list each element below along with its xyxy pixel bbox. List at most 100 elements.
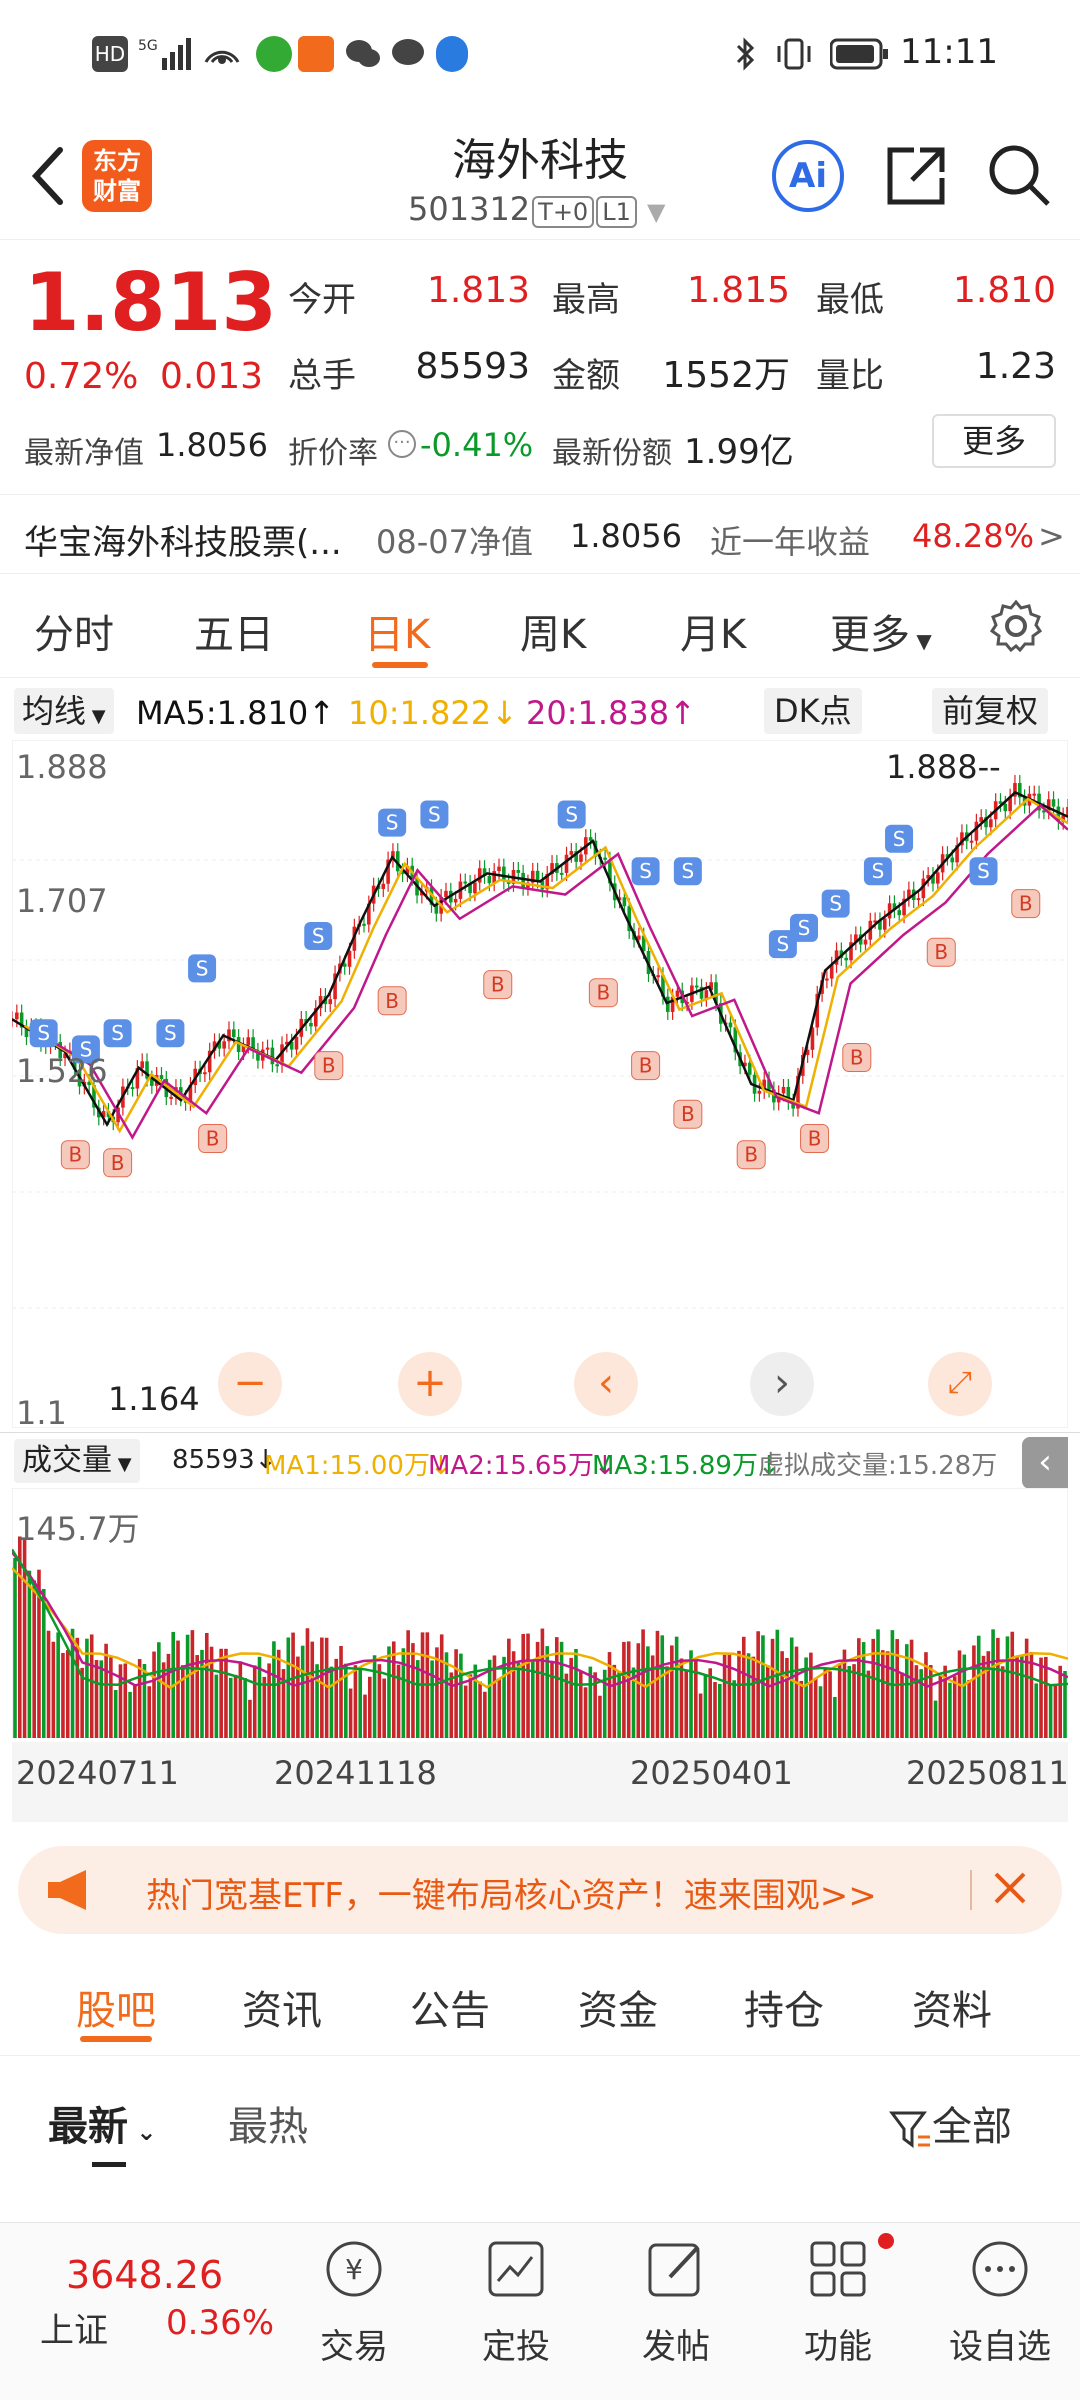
buy-marker-label: B bbox=[491, 973, 505, 997]
zoom-out-button[interactable]: − bbox=[218, 1352, 282, 1416]
promo-banner[interactable]: 热门宽基ETF，一键布局核心资产！速来围观>> bbox=[18, 1846, 1062, 1934]
volume-label: 总手 bbox=[288, 356, 356, 396]
volume-bar bbox=[741, 1636, 746, 1738]
scroll-left-button[interactable]: ‹ bbox=[574, 1352, 638, 1416]
tab-monthly-k[interactable]: 月K bbox=[680, 602, 746, 660]
volume-bar bbox=[550, 1660, 554, 1738]
buy-marker: B bbox=[736, 1140, 766, 1170]
kline-chart[interactable]: B BBBBB BBBBBBBBSSS SSSS S SS SSSSSSS bbox=[12, 740, 1068, 1428]
bluetooth-icon bbox=[734, 36, 758, 72]
sort-hot[interactable]: 最热 bbox=[228, 2094, 308, 2152]
tab-announcements[interactable]: 公告 bbox=[410, 1978, 490, 2036]
tab-funds[interactable]: 资金 bbox=[578, 1978, 658, 2036]
volume-bar bbox=[986, 1651, 991, 1738]
volume-bar bbox=[320, 1637, 324, 1738]
tab-weekly-k[interactable]: 周K bbox=[520, 602, 586, 660]
buy-marker-label: B bbox=[934, 940, 948, 964]
collapse-icon[interactable]: ‹ bbox=[1022, 1437, 1068, 1489]
volume-bar bbox=[833, 1697, 837, 1738]
volume-selector-caret-icon: ▼ bbox=[112, 1454, 132, 1475]
dk-point-button[interactable]: DK点 bbox=[764, 688, 862, 734]
volume-bar bbox=[224, 1648, 228, 1738]
post-icon[interactable] bbox=[644, 2237, 708, 2301]
trade-icon[interactable]: ¥ bbox=[322, 2237, 386, 2301]
ratio-label: 量比 bbox=[816, 356, 884, 396]
tab-profile[interactable]: 资料 bbox=[912, 1978, 992, 2036]
volume-selector[interactable]: 成交量 ▼ bbox=[14, 1439, 140, 1483]
sell-marker-label: S bbox=[777, 932, 790, 956]
sell-marker-label: S bbox=[428, 803, 441, 827]
volume-bar bbox=[828, 1671, 832, 1738]
volume-bar bbox=[1000, 1666, 1005, 1738]
volume-bar bbox=[516, 1662, 521, 1738]
volume-bar bbox=[46, 1630, 51, 1738]
high-marker-value: 1.888 bbox=[886, 748, 978, 786]
tab-more[interactable]: 更多 ▼ bbox=[830, 602, 932, 660]
functions-icon[interactable] bbox=[806, 2237, 870, 2301]
tab-daily-k[interactable]: 日K bbox=[364, 602, 430, 660]
tab-intraday[interactable]: 分时 bbox=[34, 602, 114, 660]
close-banner-icon[interactable] bbox=[990, 1868, 1030, 1912]
candle-body bbox=[656, 975, 660, 978]
high-marker: 1.888-- bbox=[886, 748, 1001, 786]
tab-guba[interactable]: 股吧 bbox=[76, 1978, 156, 2036]
hd-icon: HD bbox=[92, 36, 128, 72]
candle-body bbox=[916, 898, 921, 901]
nav-trade-label: 交易 bbox=[320, 2327, 388, 2367]
volume-bar bbox=[540, 1628, 545, 1738]
candle-body bbox=[844, 957, 848, 961]
sort-latest[interactable]: 最新 ⌄ bbox=[48, 2094, 156, 2152]
volume-bar bbox=[617, 1671, 621, 1738]
volume-bar bbox=[137, 1659, 142, 1738]
filter-all[interactable]: 全部 bbox=[888, 2094, 1012, 2152]
fullscreen-button[interactable]: ⤢ bbox=[928, 1352, 992, 1416]
add-watchlist-icon[interactable] bbox=[968, 2237, 1032, 2301]
buy-marker-label: B bbox=[322, 1054, 336, 1078]
volume-bar bbox=[881, 1650, 885, 1738]
buy-marker-label: B bbox=[385, 989, 399, 1013]
volume-bar bbox=[521, 1633, 526, 1738]
adjust-button[interactable]: 前复权 bbox=[932, 688, 1049, 734]
discount-label: 折价率 bbox=[288, 436, 378, 471]
volume-bar bbox=[646, 1646, 650, 1738]
volume-value: 85593↓ bbox=[172, 1445, 277, 1475]
index-value[interactable]: 3648.26 bbox=[66, 2253, 223, 2297]
volume-bar bbox=[665, 1666, 669, 1738]
more-button[interactable]: 更多 bbox=[932, 414, 1056, 468]
dropdown-icon[interactable]: ▼ bbox=[647, 198, 665, 226]
browser-icon bbox=[436, 36, 468, 72]
buy-marker: B bbox=[1011, 889, 1041, 919]
candle-body bbox=[328, 999, 333, 1005]
volume-bar bbox=[1048, 1685, 1053, 1738]
volume-bar bbox=[1058, 1665, 1063, 1738]
tab-news[interactable]: 资讯 bbox=[242, 1978, 322, 2036]
ma20-value: 20:1.838↑ bbox=[526, 694, 696, 732]
fund-row[interactable]: 华宝海外科技股票(... 08-07净值 1.8056 近一年收益 48.28%… bbox=[0, 494, 1080, 574]
volume-bar bbox=[909, 1639, 914, 1738]
volume-bar bbox=[463, 1685, 468, 1738]
volume-bar bbox=[674, 1636, 679, 1738]
volume-bar bbox=[598, 1695, 602, 1738]
info-icon[interactable]: ··· bbox=[388, 430, 416, 458]
zoom-in-button[interactable]: + bbox=[398, 1352, 462, 1416]
volume-bar bbox=[732, 1680, 736, 1738]
volume-bar bbox=[660, 1635, 665, 1738]
share-icon[interactable] bbox=[884, 144, 948, 212]
volume-bar bbox=[972, 1645, 976, 1738]
sell-marker: S bbox=[156, 1019, 185, 1048]
scroll-right-button[interactable]: › bbox=[750, 1352, 814, 1416]
high-marker-leader: -- bbox=[977, 748, 1001, 786]
invest-plan-icon[interactable] bbox=[484, 2237, 548, 2301]
search-icon[interactable] bbox=[986, 142, 1052, 212]
ai-button[interactable]: Ai bbox=[772, 140, 844, 212]
date-label-4: 20250811 bbox=[906, 1754, 1069, 1792]
filter-icon bbox=[888, 2104, 932, 2150]
candle-body bbox=[969, 840, 974, 843]
volume-bar bbox=[377, 1664, 382, 1738]
settings-icon[interactable] bbox=[988, 598, 1044, 658]
candle-body bbox=[130, 1087, 135, 1090]
ma-selector[interactable]: 均线 ▼ bbox=[14, 688, 114, 734]
tab-holdings[interactable]: 持仓 bbox=[744, 1978, 824, 2036]
tab-five-day[interactable]: 五日 bbox=[194, 602, 274, 660]
tab-active-underline bbox=[372, 662, 428, 668]
